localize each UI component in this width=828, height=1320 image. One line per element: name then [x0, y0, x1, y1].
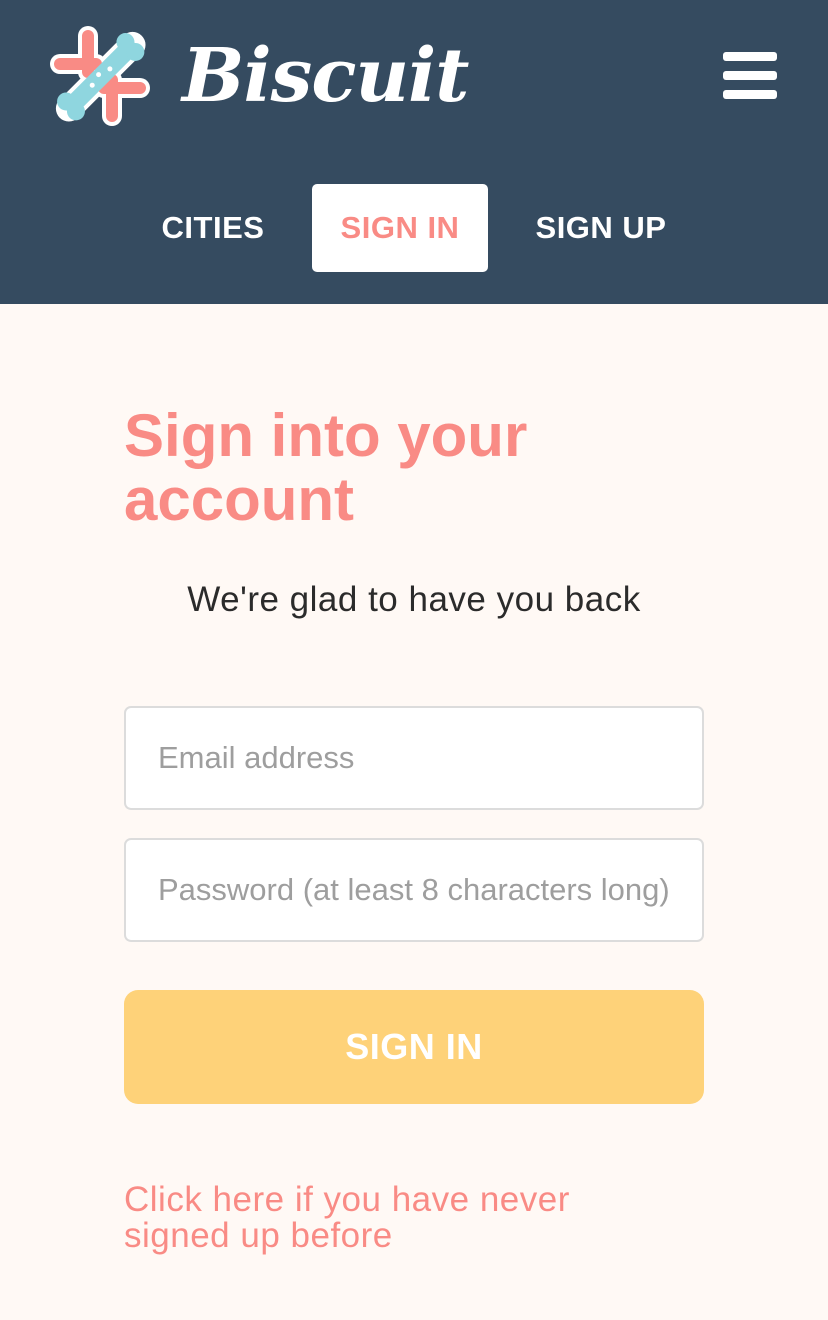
- brand-name[interactable]: Biscuit: [182, 26, 469, 126]
- email-field[interactable]: [124, 706, 704, 810]
- password-field[interactable]: [124, 838, 704, 942]
- main-nav: CITIES SIGN IN SIGN UP: [0, 184, 828, 272]
- hamburger-menu-icon[interactable]: [720, 50, 780, 100]
- nav-sign-in[interactable]: SIGN IN: [312, 184, 488, 272]
- page-subtitle: We're glad to have you back: [187, 580, 641, 619]
- sign-in-button[interactable]: SIGN IN: [124, 990, 704, 1104]
- nav-cities[interactable]: CITIES: [146, 184, 280, 272]
- signup-link[interactable]: Click here if you have never signed up b…: [124, 1182, 684, 1254]
- biscuit-logo-icon[interactable]: [48, 24, 152, 128]
- app-header: Biscuit CITIES SIGN IN SIGN UP: [0, 0, 828, 304]
- nav-sign-up[interactable]: SIGN UP: [520, 184, 682, 272]
- page-title: Sign into your account: [124, 402, 528, 533]
